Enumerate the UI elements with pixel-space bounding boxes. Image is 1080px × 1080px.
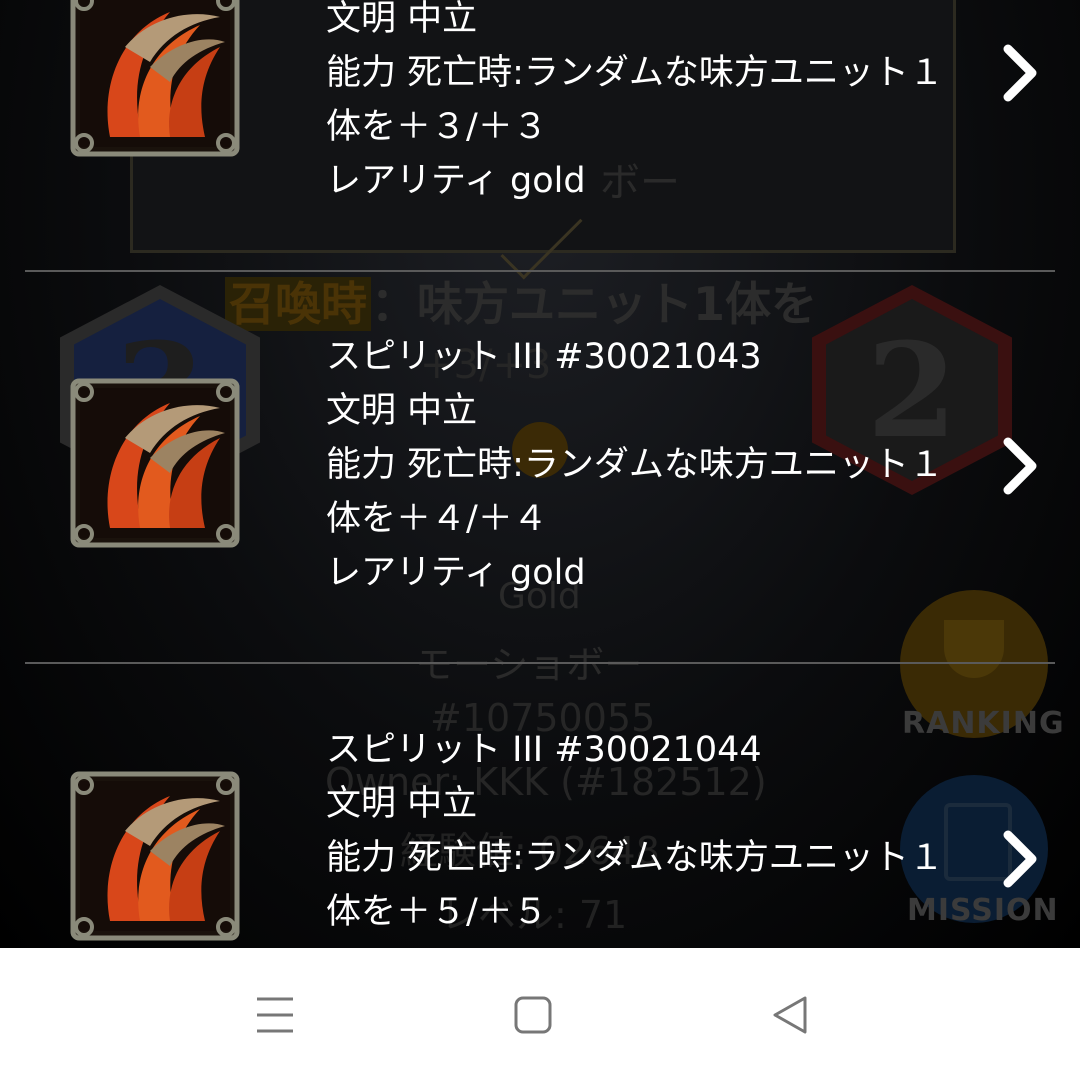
item-details: 文明 中立 能力 死亡時:ランダムな味方ユニット１ 体を＋３/＋３ レアリティ …	[326, 0, 966, 208]
ability-line-cont: 体を＋３/＋３	[326, 107, 548, 147]
item-details: スピリット III #30021044 文明 中立 能力 死亡時:ランダムな味方…	[326, 723, 966, 939]
ability-line: 能力 死亡時:ランダムな味方ユニット１	[326, 838, 944, 878]
ability-line-cont: 体を＋４/＋４	[326, 499, 548, 539]
home-square-icon[interactable]	[503, 990, 563, 1040]
civilization-line: 文明 中立	[326, 391, 478, 431]
spirit-list: 文明 中立 能力 死亡時:ランダムな味方ユニット１ 体を＋３/＋３ レアリティ …	[0, 0, 1080, 948]
rarity-line: レアリティ gold	[326, 161, 586, 201]
rarity-line: レアリティ gold	[326, 553, 586, 593]
civilization-line: 文明 中立	[326, 0, 478, 39]
ability-line-cont: 体を＋５/＋５	[326, 892, 548, 932]
menu-icon[interactable]	[245, 990, 305, 1040]
chevron-right-icon[interactable]	[1000, 43, 1040, 103]
claw-icon	[70, 771, 240, 941]
back-triangle-icon[interactable]	[760, 990, 820, 1040]
ability-line: 能力 死亡時:ランダムな味方ユニット１	[326, 445, 944, 485]
spirit-title: スピリット III #30021044	[326, 730, 762, 770]
item-details: スピリット III #30021043 文明 中立 能力 死亡時:ランダムな味方…	[326, 330, 966, 600]
chevron-right-icon[interactable]	[1000, 829, 1040, 889]
list-item[interactable]: スピリット III #30021043 文明 中立 能力 死亡時:ランダムな味方…	[25, 270, 1055, 664]
spirit-title: スピリット III #30021043	[326, 337, 762, 377]
list-item[interactable]: 文明 中立 能力 死亡時:ランダムな味方ユニット１ 体を＋３/＋３ レアリティ …	[25, 0, 1055, 272]
chevron-right-icon[interactable]	[1000, 436, 1040, 496]
claw-icon	[70, 378, 240, 548]
ability-line: 能力 死亡時:ランダムな味方ユニット１	[326, 53, 944, 93]
claw-icon	[70, 0, 240, 157]
civilization-line: 文明 中立	[326, 784, 478, 824]
